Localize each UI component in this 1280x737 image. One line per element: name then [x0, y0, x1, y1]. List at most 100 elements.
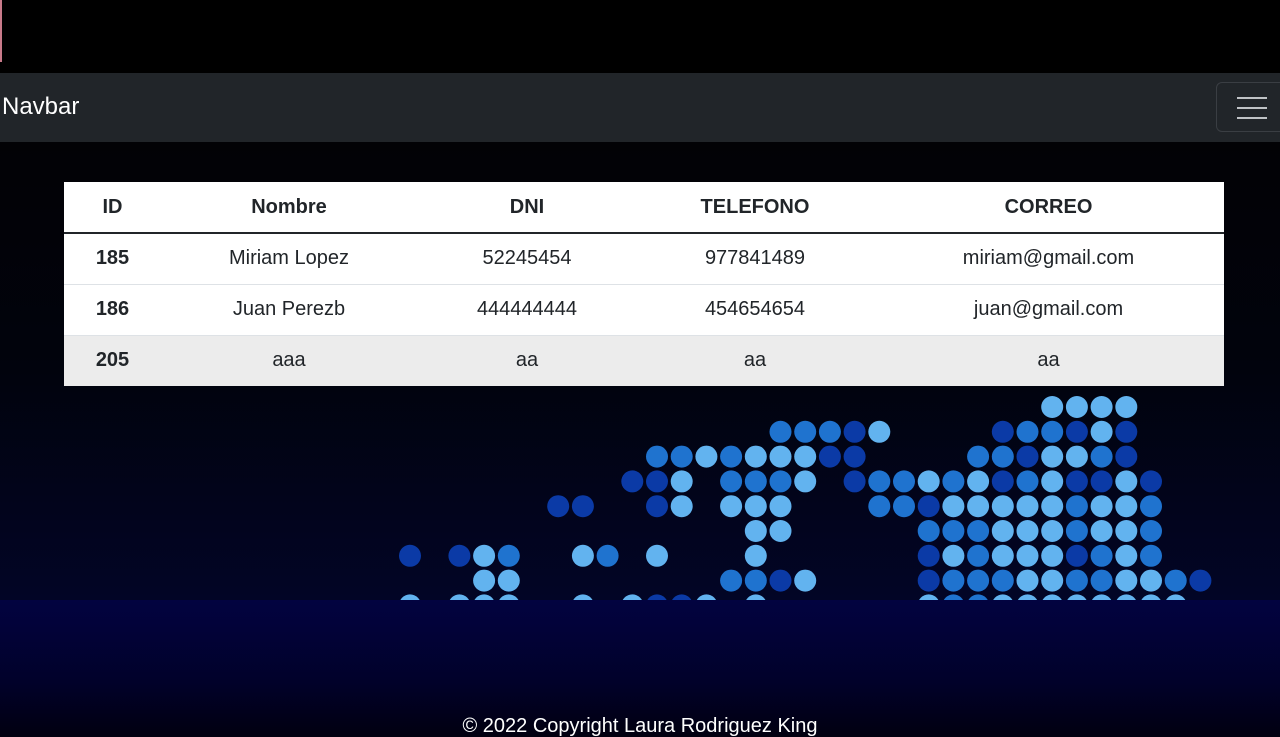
clients-table: ID Nombre DNI TELEFONO CORREO 185 Miriam…: [64, 182, 1224, 386]
header-telefono: TELEFONO: [637, 182, 873, 234]
pattern-dot: [1115, 445, 1138, 468]
pattern-dot: [917, 470, 940, 493]
pattern-dot: [1065, 520, 1088, 542]
pattern-dot: [1090, 445, 1113, 468]
pattern-dot: [868, 470, 891, 493]
pattern-dot: [670, 445, 693, 468]
pattern-dot: [1189, 569, 1212, 592]
pattern-dot: [991, 495, 1014, 518]
pattern-dot: [497, 569, 520, 592]
pattern-dot: [646, 470, 668, 493]
pattern-dot: [1065, 569, 1088, 592]
pattern-dot: [497, 544, 520, 567]
cell-dni: 52245454: [417, 232, 637, 284]
pattern-dot: [670, 495, 693, 518]
pattern-dot: [1090, 420, 1113, 443]
pattern-dot: [843, 420, 866, 443]
pattern-dot: [769, 569, 792, 592]
pattern-dot: [1041, 470, 1064, 493]
top-strip: [0, 0, 1280, 73]
pattern-dot: [868, 495, 891, 518]
pattern-dot: [720, 569, 743, 592]
pattern-dot: [744, 495, 767, 518]
pattern-dot: [1140, 569, 1162, 592]
pattern-dot: [967, 569, 990, 592]
pattern-dot: [794, 445, 817, 468]
pattern-dot: [744, 520, 767, 542]
cell-telefono: 977841489: [637, 232, 873, 284]
pattern-dot: [670, 470, 693, 493]
pattern-dot: [1041, 495, 1064, 518]
pattern-dot: [917, 520, 940, 542]
pattern-dot: [893, 495, 915, 518]
pattern-dot: [843, 445, 866, 468]
cell-id: 186: [64, 283, 161, 335]
pattern-dot: [991, 520, 1014, 542]
pattern-dot: [744, 569, 767, 592]
pattern-dot: [720, 470, 743, 493]
pattern-dot: [967, 544, 990, 567]
cell-correo: juan@gmail.com: [873, 283, 1224, 335]
header-id: ID: [64, 182, 161, 234]
pattern-dot: [720, 495, 743, 518]
header-nombre: Nombre: [161, 182, 417, 234]
pattern-dot: [448, 544, 471, 567]
pattern-dot: [1016, 420, 1039, 443]
pattern-dot: [1115, 396, 1138, 418]
pattern-dot: [1140, 470, 1162, 493]
pattern-dot: [1090, 520, 1113, 542]
table-row-hovered: 205 aaa aa aa aa: [64, 334, 1224, 386]
pattern-dot: [818, 420, 841, 443]
pattern-dot: [1140, 544, 1162, 567]
pattern-dot: [1016, 544, 1039, 567]
cell-correo: aa: [873, 334, 1224, 386]
pattern-dot: [868, 420, 891, 443]
pattern-dot: [1041, 445, 1064, 468]
pattern-dot: [473, 544, 496, 567]
pattern-dot: [1016, 495, 1039, 518]
pattern-dot: [720, 445, 743, 468]
pattern-dot: [571, 495, 594, 518]
cell-dni: aa: [417, 334, 637, 386]
pattern-dot: [1090, 470, 1113, 493]
table-header-row: ID Nombre DNI TELEFONO CORREO: [64, 182, 1224, 234]
pattern-dot: [1115, 470, 1138, 493]
pattern-dot: [917, 569, 940, 592]
pattern-dot: [744, 445, 767, 468]
navbar-brand[interactable]: Navbar: [2, 93, 79, 121]
pattern-dot: [942, 544, 965, 567]
header-dni: DNI: [417, 182, 637, 234]
pattern-dot: [1016, 569, 1039, 592]
pattern-dot: [1016, 470, 1039, 493]
pattern-dot: [1115, 495, 1138, 518]
pattern-dot: [1065, 495, 1088, 518]
pattern-dot: [744, 544, 767, 567]
pattern-dot: [399, 544, 421, 567]
header-correo: CORREO: [873, 182, 1224, 234]
pattern-dot: [1140, 520, 1162, 542]
pattern-dot: [744, 470, 767, 493]
hamburger-icon-line: [1237, 117, 1267, 119]
pattern-dot: [967, 520, 990, 542]
pattern-dot: [967, 445, 990, 468]
cell-nombre: aaa: [161, 334, 417, 386]
pattern-dot: [1041, 520, 1064, 542]
navbar-toggler-button[interactable]: [1216, 82, 1280, 132]
pattern-dot: [571, 544, 594, 567]
pattern-dot: [1140, 495, 1162, 518]
pattern-dot: [769, 470, 792, 493]
pattern-dot: [1041, 544, 1064, 567]
pattern-dot: [942, 495, 965, 518]
pattern-dot: [843, 470, 866, 493]
pattern-dot: [1090, 495, 1113, 518]
pattern-dot: [1065, 420, 1088, 443]
table-row: 185 Miriam Lopez 52245454 977841489 miri…: [64, 232, 1224, 284]
pattern-dot: [1090, 396, 1113, 418]
cell-nombre: Miriam Lopez: [161, 232, 417, 284]
cell-telefono: 454654654: [637, 283, 873, 335]
pattern-dot: [1041, 420, 1064, 443]
pattern-dot: [917, 495, 940, 518]
cell-id: 185: [64, 232, 161, 284]
pattern-dot: [1065, 470, 1088, 493]
pattern-dot: [769, 420, 792, 443]
